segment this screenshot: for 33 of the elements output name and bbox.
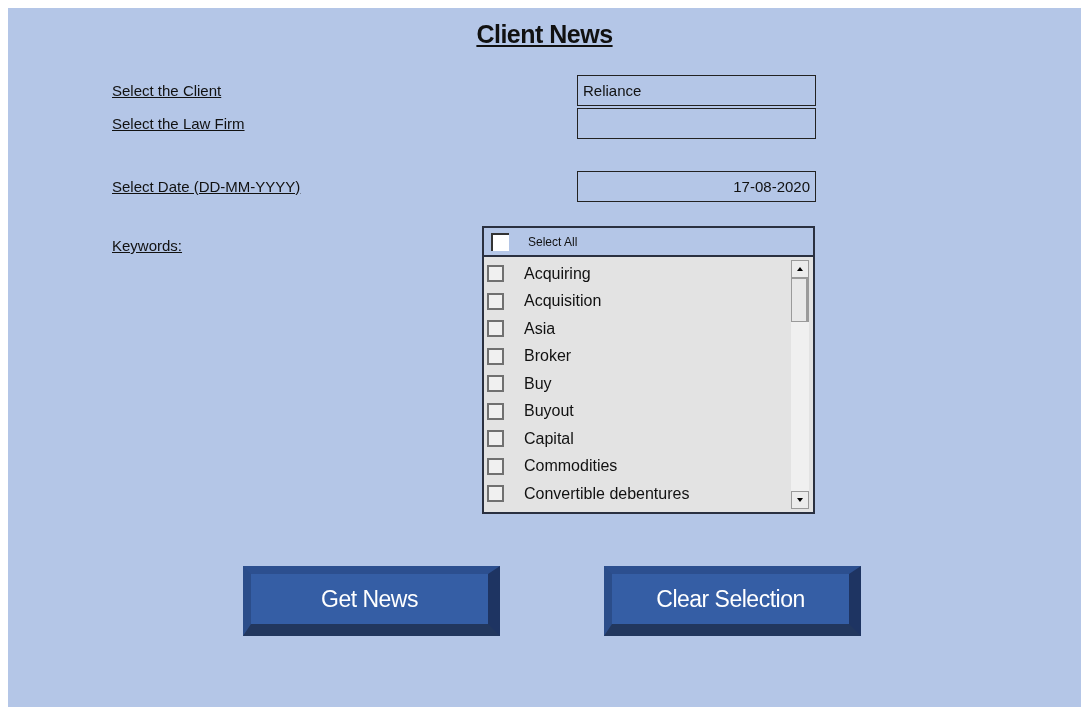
field-label: Select Date (DD-MM-YYYY) xyxy=(112,177,301,195)
scroll-thumb[interactable] xyxy=(791,278,809,322)
keyword-option[interactable]: Acquiring xyxy=(524,264,591,283)
input-field[interactable]: Reliance xyxy=(577,75,816,106)
checkbox[interactable] xyxy=(487,402,504,420)
keyword-option[interactable]: Broker xyxy=(524,347,572,366)
keyword-option[interactable]: Buy xyxy=(524,374,552,393)
checkbox[interactable] xyxy=(487,265,504,283)
checkbox[interactable] xyxy=(487,292,504,310)
page-title: Client News xyxy=(476,20,613,49)
keyword-option[interactable]: Convertible debentures xyxy=(524,484,690,503)
checkbox[interactable] xyxy=(487,347,504,365)
keyword-option[interactable]: Acquisition xyxy=(524,292,602,311)
keyword-option[interactable]: Buyout xyxy=(524,402,574,421)
checkbox[interactable] xyxy=(487,375,504,393)
keyword-option[interactable]: Capital xyxy=(524,429,574,448)
keyword-option[interactable]: Asia xyxy=(524,319,556,338)
checkbox[interactable] xyxy=(487,485,504,503)
action-button[interactable]: Clear Selection xyxy=(604,566,861,636)
input-field[interactable] xyxy=(577,108,816,139)
checkbox[interactable] xyxy=(487,457,504,475)
field-label: Select the Client xyxy=(112,81,222,99)
input-field[interactable]: 17-08-2020 xyxy=(577,171,816,202)
scroll-up-icon[interactable] xyxy=(791,260,809,278)
keywords-label: Keywords: xyxy=(112,236,183,254)
scroll-down-icon[interactable] xyxy=(791,491,809,509)
checkbox[interactable] xyxy=(487,320,504,338)
field-label: Select the Law Firm xyxy=(112,114,245,132)
select-all-label[interactable]: Select All xyxy=(528,234,578,249)
action-button[interactable]: Get News xyxy=(243,566,500,636)
select-all-checkbox[interactable] xyxy=(491,232,509,251)
checkbox[interactable] xyxy=(487,430,504,448)
keyword-option[interactable]: Commodities xyxy=(524,457,618,476)
